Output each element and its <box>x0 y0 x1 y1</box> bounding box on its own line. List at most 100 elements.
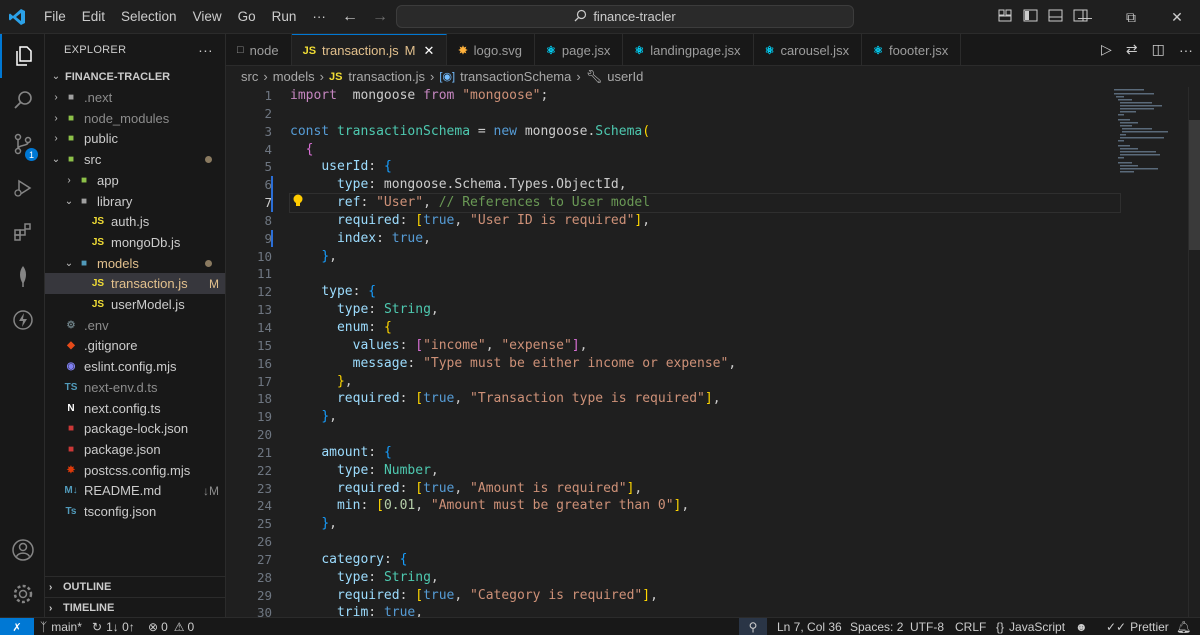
code-editor[interactable]: 1 2 3 4 5 6 7 8 9 10 11 12 13 14 15 16 17 18 19 20 21 22 23 24 2… <box>226 87 1200 617</box>
tree-item[interactable]: JS auth.js <box>45 211 225 232</box>
code-line[interactable] <box>290 426 1120 444</box>
editor-tab[interactable]: □ node <box>226 34 292 65</box>
tree-item[interactable]: ◆ .gitignore <box>45 335 225 356</box>
restore-icon[interactable]: ⧉ <box>1108 9 1154 26</box>
code-line[interactable]: required: [true, "Transaction type is re… <box>290 390 1120 408</box>
code-line[interactable]: message: "Type must be either income or … <box>290 355 1120 373</box>
editor-tab[interactable]: ⚛ foooter.jsx <box>862 34 962 65</box>
tree-item[interactable]: TS next-env.d.ts <box>45 377 225 398</box>
indentation[interactable]: Spaces: 2 <box>850 618 903 635</box>
code-line[interactable] <box>290 265 1120 283</box>
code-line[interactable]: type: String, <box>290 569 1120 587</box>
tree-item[interactable]: Nnext.config.ts <box>45 398 225 419</box>
tree-item[interactable]: ■ package.json <box>45 439 225 460</box>
explorer-icon[interactable] <box>0 34 45 78</box>
menu-go[interactable]: Go <box>230 0 264 34</box>
editor-scrollbar[interactable] <box>1188 87 1200 617</box>
code-line[interactable]: }, <box>290 515 1120 533</box>
breadcrumb-models[interactable]: models <box>273 69 315 84</box>
toggle-primary-sidebar-icon[interactable] <box>1023 9 1038 25</box>
breadcrumb-src[interactable]: src <box>241 69 258 84</box>
code-line[interactable]: index: true, <box>290 230 1120 248</box>
tree-item[interactable]: JS mongoDb.js <box>45 232 225 253</box>
tree-item[interactable]: ■ package-lock.json <box>45 418 225 439</box>
code-line[interactable]: required: [true, "Amount is required"], <box>290 480 1120 498</box>
code-line[interactable]: required: [true, "User ID is required"], <box>290 212 1120 230</box>
tree-item[interactable]: ⌄ ■ models <box>45 253 225 274</box>
prettier-status[interactable]: ✓✓ Prettier <box>1106 618 1169 635</box>
tree-item[interactable]: ⚙ .env <box>45 315 225 336</box>
code-line[interactable]: min: [0.01, "Amount must be greater than… <box>290 497 1120 515</box>
code-line[interactable]: trim: true, <box>290 604 1120 617</box>
branch-status[interactable]: ᛉ main* <box>40 618 82 635</box>
split-editor-icon[interactable]: ◫ <box>1152 41 1165 58</box>
code-line[interactable]: type: String, <box>290 301 1120 319</box>
compare-changes-icon[interactable]: ⇄ <box>1126 41 1138 58</box>
tree-item[interactable]: ⌄ ■ src <box>45 149 225 170</box>
run-debug-icon[interactable] <box>0 166 45 210</box>
accounts-icon[interactable] <box>0 528 45 572</box>
close-tab-icon[interactable]: ✕ <box>423 43 434 59</box>
sync-status[interactable]: ↻ 1↓ 0↑ <box>92 618 135 635</box>
toggle-panel-icon[interactable] <box>1048 9 1063 25</box>
explorer-more-icon[interactable]: ··· <box>198 42 213 58</box>
code-line[interactable]: }, <box>290 408 1120 426</box>
run-file-icon[interactable]: ▷ <box>1101 41 1112 58</box>
menu-file[interactable]: File <box>36 0 74 34</box>
tree-item[interactable]: ⌄ ■ library <box>45 191 225 212</box>
code-line[interactable]: type: { <box>290 283 1120 301</box>
menu-more[interactable]: ··· <box>304 0 334 34</box>
copilot-icon[interactable]: ☻ <box>1075 618 1088 635</box>
extensions-icon[interactable] <box>0 210 45 254</box>
code-line[interactable]: enum: { <box>290 319 1120 337</box>
code-line[interactable]: userId: { <box>290 158 1120 176</box>
menu-view[interactable]: View <box>185 0 230 34</box>
code-line[interactable] <box>290 105 1120 123</box>
editor-tab[interactable]: ⚛ page.jsx <box>535 34 624 65</box>
breadcrumb-file[interactable]: transaction.js <box>348 69 425 84</box>
tree-item[interactable]: M↓ README.md ↓M <box>45 480 225 501</box>
minimize-icon[interactable]: — <box>1062 9 1108 25</box>
breadcrumb-symbol[interactable]: transactionSchema <box>460 69 571 84</box>
timeline-section[interactable]: › TIMELINE <box>45 597 225 618</box>
tree-item[interactable]: › ■ app <box>45 170 225 191</box>
code-line[interactable]: }, <box>290 248 1120 266</box>
tree-item[interactable]: › ■ .next <box>45 87 225 108</box>
code-line[interactable] <box>290 533 1120 551</box>
editor-tab[interactable]: ⚛ landingpage.jsx <box>623 34 754 65</box>
language-mode[interactable]: {} JavaScript <box>996 618 1065 635</box>
zoom-icon[interactable]: ⚲ <box>739 618 767 635</box>
minimap[interactable] <box>1114 87 1184 177</box>
tree-item[interactable]: › ■ public <box>45 128 225 149</box>
close-window-icon[interactable]: ✕ <box>1154 9 1200 26</box>
outline-section[interactable]: › OUTLINE <box>45 576 225 597</box>
problems-status[interactable]: ⊗ 0 ⚠ 0 <box>148 618 194 635</box>
line-endings[interactable]: CRLF <box>955 618 986 635</box>
code-line[interactable]: values: ["income", "expense"], <box>290 337 1120 355</box>
editor-tab[interactable]: ✸ logo.svg <box>447 34 536 65</box>
code-line[interactable]: category: { <box>290 551 1120 569</box>
scrollbar-thumb[interactable] <box>1189 120 1200 250</box>
source-control-icon[interactable]: 1 <box>0 122 45 166</box>
tree-item[interactable]: ✸ postcss.config.mjs <box>45 460 225 481</box>
thunder-client-icon[interactable] <box>0 298 45 342</box>
editor-tab[interactable]: JS transaction.js M ✕ <box>291 34 448 65</box>
mongodb-leaf-icon[interactable] <box>0 254 45 298</box>
tree-item[interactable]: Ts tsconfig.json <box>45 501 225 522</box>
code-line[interactable]: amount: { <box>290 444 1120 462</box>
forward-arrow-icon[interactable]: → <box>372 8 388 26</box>
menu-edit[interactable]: Edit <box>74 0 113 34</box>
code-line[interactable]: ref: "User", // References to User model <box>289 193 1121 213</box>
project-root[interactable]: ⌄ FINANCE-TRACLER <box>45 66 225 87</box>
back-arrow-icon[interactable]: ← <box>342 8 358 26</box>
tree-item[interactable]: JS transaction.js M <box>45 273 225 295</box>
code-line[interactable]: required: [true, "Category is required"]… <box>290 587 1120 605</box>
cursor-position[interactable]: Ln 7, Col 36 <box>777 618 842 635</box>
menu-run[interactable]: Run <box>264 0 305 34</box>
menu-selection[interactable]: Selection <box>113 0 185 34</box>
code-line[interactable]: const transactionSchema = new mongoose.S… <box>290 123 1120 141</box>
code-line[interactable]: import mongoose from "mongoose"; <box>290 87 1120 105</box>
search-view-icon[interactable] <box>0 78 45 122</box>
tree-item[interactable]: ◉ eslint.config.mjs <box>45 356 225 377</box>
editor-tab[interactable]: ⚛ carousel.jsx <box>754 34 863 65</box>
